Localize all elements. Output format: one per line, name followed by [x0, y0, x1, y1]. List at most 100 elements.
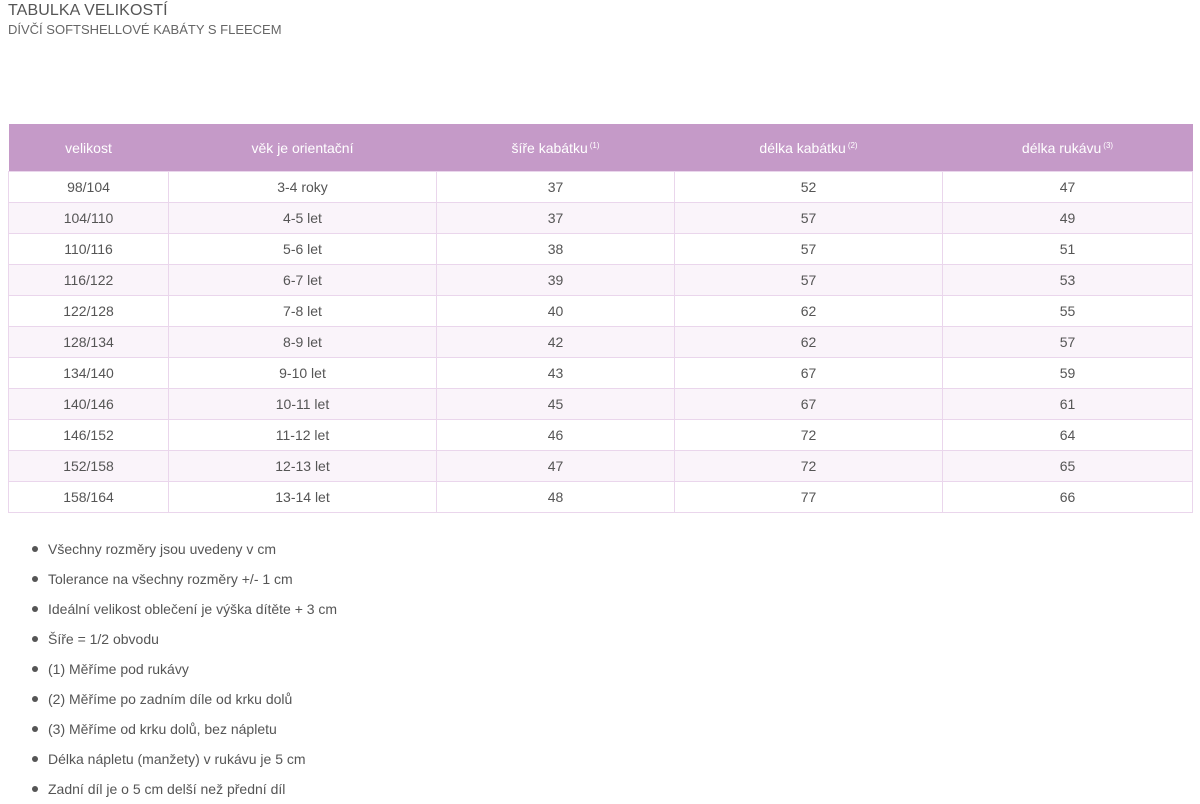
note-text: (1) Měříme pod rukávy: [48, 661, 189, 677]
cell-sleeve-length: 61: [942, 388, 1193, 420]
cell-size: 104/110: [8, 202, 169, 234]
column-header-age: věk je orientační: [168, 124, 437, 172]
list-item: Tolerance na všechny rozměry +/- 1 cm: [32, 564, 337, 594]
table-row: 158/164 13-14 let 48 77 66: [8, 481, 1193, 513]
cell-width: 37: [436, 202, 675, 234]
cell-width: 46: [436, 419, 675, 451]
cell-size: 116/122: [8, 264, 169, 296]
cell-width: 38: [436, 233, 675, 265]
bullet-icon: [32, 666, 38, 672]
column-header-label: věk je orientační: [251, 139, 354, 156]
cell-size: 110/116: [8, 233, 169, 265]
table-row: 140/146 10-11 let 45 67 61: [8, 388, 1193, 420]
table-row: 152/158 12-13 let 47 72 65: [8, 450, 1193, 482]
cell-size: 134/140: [8, 357, 169, 389]
bullet-icon: [32, 786, 38, 792]
cell-age: 5-6 let: [168, 233, 437, 265]
table-row: 104/110 4-5 let 37 57 49: [8, 202, 1193, 234]
bullet-icon: [32, 756, 38, 762]
column-header-label: délka kabátku: [759, 139, 846, 156]
cell-coat-length: 57: [674, 202, 943, 234]
list-item: Všechny rozměry jsou uvedeny v cm: [32, 534, 337, 564]
column-header-width: šíře kabátku (1): [436, 124, 675, 172]
cell-sleeve-length: 66: [942, 481, 1193, 513]
cell-sleeve-length: 59: [942, 357, 1193, 389]
table-header-row: velikost věk je orientační šíře kabátku(…: [8, 124, 1193, 172]
bullet-icon: [32, 696, 38, 702]
size-table: velikost věk je orientační šíře kabátku(…: [8, 124, 1193, 513]
cell-coat-length: 67: [674, 388, 943, 420]
cell-sleeve-length: 55: [942, 295, 1193, 327]
list-item: (3) Měříme od krku dolů, bez nápletu: [32, 714, 337, 744]
column-header-sleeve-length: délka rukávu (3): [942, 124, 1193, 172]
column-header-label: délka rukávu: [1021, 139, 1102, 156]
table-row: 128/134 8-9 let 42 62 57: [8, 326, 1193, 358]
cell-sleeve-length: 65: [942, 450, 1193, 482]
cell-size: 152/158: [8, 450, 169, 482]
list-item: Délka nápletu (manžety) v rukávu je 5 cm: [32, 744, 337, 774]
table-row: 146/152 11-12 let 46 72 64: [8, 419, 1193, 451]
cell-coat-length: 57: [674, 264, 943, 296]
note-text: Šíře = 1/2 obvodu: [48, 631, 159, 647]
column-header-size: velikost: [8, 124, 169, 172]
note-text: Délka nápletu (manžety) v rukávu je 5 cm: [48, 751, 306, 767]
bullet-icon: [32, 546, 38, 552]
cell-width: 47: [436, 450, 675, 482]
note-text: Zadní díl je o 5 cm delší než přední díl: [48, 781, 286, 797]
cell-width: 48: [436, 481, 675, 513]
cell-width: 40: [436, 295, 675, 327]
cell-width: 43: [436, 357, 675, 389]
cell-width: 37: [436, 171, 675, 203]
cell-sleeve-length: 49: [942, 202, 1193, 234]
cell-age: 10-11 let: [168, 388, 437, 420]
bullet-icon: [32, 606, 38, 612]
column-header-label: šíře kabátku: [511, 139, 588, 156]
cell-sleeve-length: 53: [942, 264, 1193, 296]
cell-age: 12-13 let: [168, 450, 437, 482]
cell-age: 7-8 let: [168, 295, 437, 327]
note-text: (2) Měříme po zadním díle od krku dolů: [48, 691, 293, 707]
cell-width: 45: [436, 388, 675, 420]
cell-sleeve-length: 51: [942, 233, 1193, 265]
note-text: Tolerance na všechny rozměry +/- 1 cm: [48, 571, 293, 587]
bullet-icon: [32, 576, 38, 582]
cell-size: 140/146: [8, 388, 169, 420]
note-text: Ideální velikost oblečení je výška dítět…: [48, 601, 338, 617]
cell-size: 98/104: [8, 171, 169, 203]
cell-age: 13-14 let: [168, 481, 437, 513]
cell-size: 128/134: [8, 326, 169, 358]
cell-coat-length: 72: [674, 419, 943, 451]
cell-sleeve-length: 47: [942, 171, 1193, 203]
cell-age: 3-4 roky: [168, 171, 437, 203]
table-row: 134/140 9-10 let 43 67 59: [8, 357, 1193, 389]
page-subtitle: DÍVČÍ SOFTSHELLOVÉ KABÁTY S FLEECEM: [8, 22, 282, 37]
column-header-footnote: (3): [1103, 140, 1114, 150]
cell-width: 42: [436, 326, 675, 358]
cell-coat-length: 62: [674, 295, 943, 327]
page-title: TABULKA VELIKOSTÍ: [8, 2, 168, 19]
cell-size: 158/164: [8, 481, 169, 513]
cell-size: 146/152: [8, 419, 169, 451]
notes-list: Všechny rozměry jsou uvedeny v cm Tolera…: [0, 534, 337, 804]
column-header-coat-length: délka kabátku (2): [674, 124, 943, 172]
column-header-footnote: (2): [847, 140, 858, 150]
cell-sleeve-length: 57: [942, 326, 1193, 358]
table-row: 122/128 7-8 let 40 62 55: [8, 295, 1193, 327]
cell-age: 9-10 let: [168, 357, 437, 389]
column-header-footnote: (1): [589, 140, 600, 150]
bullet-icon: [32, 726, 38, 732]
list-item: (1) Měříme pod rukávy: [32, 654, 337, 684]
cell-coat-length: 52: [674, 171, 943, 203]
cell-coat-length: 67: [674, 357, 943, 389]
table-row: 110/116 5-6 let 38 57 51: [8, 233, 1193, 265]
cell-size: 122/128: [8, 295, 169, 327]
cell-width: 39: [436, 264, 675, 296]
list-item: (2) Měříme po zadním díle od krku dolů: [32, 684, 337, 714]
cell-age: 11-12 let: [168, 419, 437, 451]
table-row: 98/104 3-4 roky 37 52 47: [8, 171, 1193, 203]
cell-coat-length: 62: [674, 326, 943, 358]
list-item: Šíře = 1/2 obvodu: [32, 624, 337, 654]
cell-sleeve-length: 64: [942, 419, 1193, 451]
list-item: Ideální velikost oblečení je výška dítět…: [32, 594, 338, 624]
bullet-icon: [32, 636, 38, 642]
